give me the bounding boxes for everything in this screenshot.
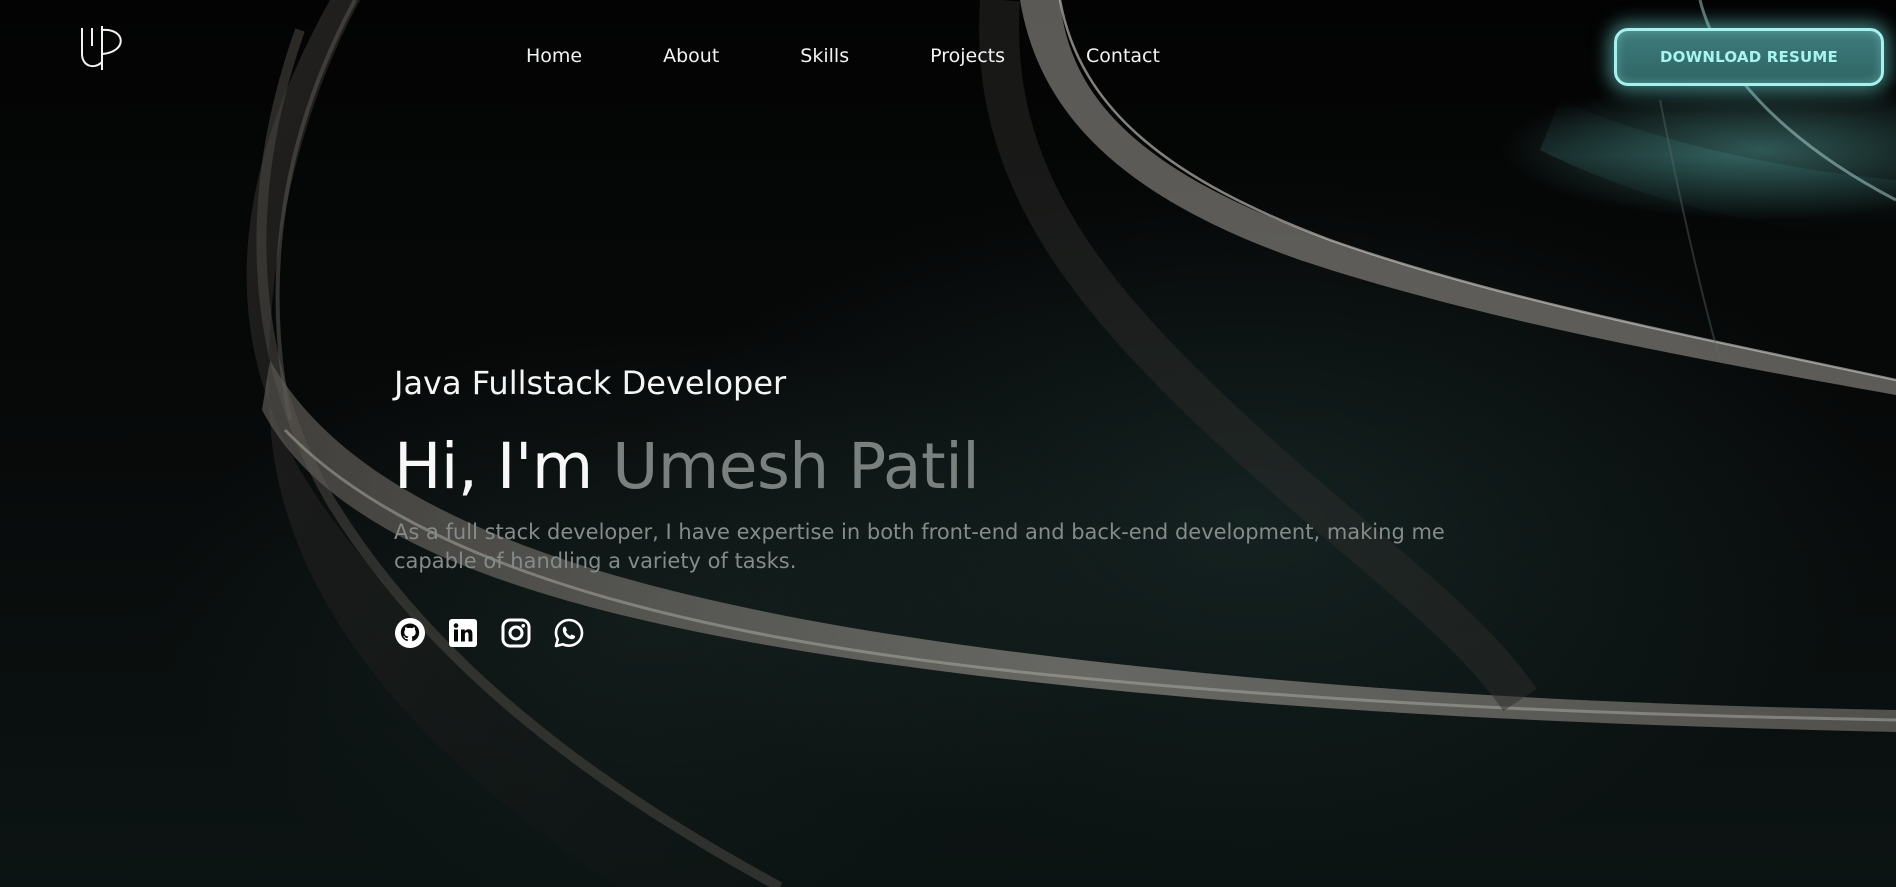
github-icon[interactable] xyxy=(394,617,426,649)
portfolio-page: Home About Skills Projects Contact DOWNL… xyxy=(0,0,1896,887)
linkedin-icon[interactable] xyxy=(447,617,479,649)
up-monogram-logo-icon[interactable] xyxy=(78,24,130,72)
nav-contact-link[interactable]: Contact xyxy=(1086,44,1160,68)
hero-headline: Hi, I'm Umesh Patil xyxy=(394,430,980,504)
hero-greeting: Hi, I'm xyxy=(394,430,593,503)
whatsapp-icon[interactable] xyxy=(553,617,585,649)
nav-home-link[interactable]: Home xyxy=(526,44,582,68)
nav-projects-link[interactable]: Projects xyxy=(930,44,1005,68)
social-links xyxy=(394,617,585,649)
nav-skills-link[interactable]: Skills xyxy=(800,44,849,68)
nav-about-link[interactable]: About xyxy=(663,44,719,68)
hero-name: Umesh Patil xyxy=(612,430,980,503)
download-resume-button[interactable]: DOWNLOAD RESUME xyxy=(1614,28,1884,86)
hero-role-title: Java Fullstack Developer xyxy=(394,364,787,402)
main-navigation: Home About Skills Projects Contact xyxy=(526,44,1160,68)
instagram-icon[interactable] xyxy=(500,617,532,649)
hero-description: As a full stack developer, I have expert… xyxy=(394,520,1445,573)
